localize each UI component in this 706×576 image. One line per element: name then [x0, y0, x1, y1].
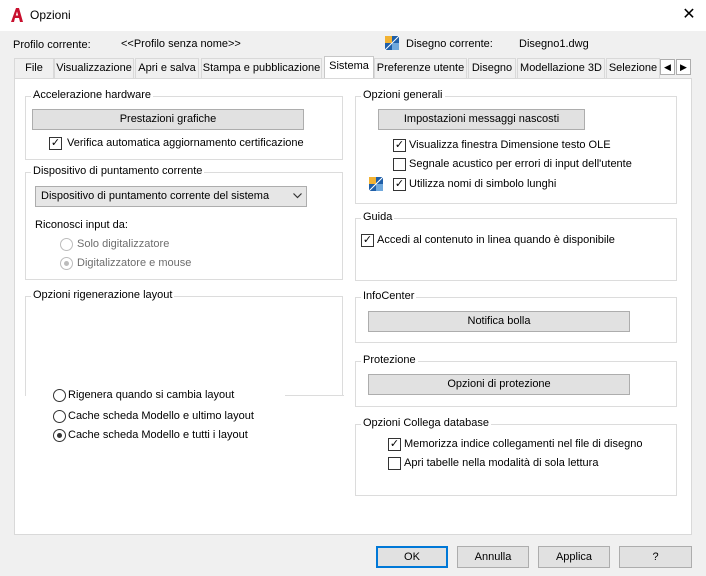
help-group-title: Guida — [361, 211, 395, 223]
window-title: Opzioni — [30, 8, 71, 22]
regen-on-switch-label: Rigenera quando si cambia layout — [68, 389, 235, 401]
auto-check-certification-checkbox[interactable]: ✓ — [49, 137, 62, 150]
ok-button[interactable]: OK — [376, 546, 448, 568]
apply-button[interactable]: Applica — [538, 546, 610, 568]
drawing-file-icon — [384, 35, 400, 51]
radio-selected-dot — [57, 433, 62, 438]
pointing-device-select[interactable]: Dispositivo di puntamento corrente del s… — [35, 186, 307, 207]
autocad-a-icon — [11, 8, 23, 22]
tab-sistema[interactable]: Sistema — [324, 56, 374, 78]
tab-file[interactable]: File — [14, 58, 54, 78]
title-bar: Opzioni ✕ — [0, 0, 706, 31]
help-group — [355, 218, 677, 281]
tab-scroll-left-icon[interactable]: ◀ — [660, 59, 675, 75]
drawing-value: Disegno1.dwg — [519, 38, 589, 50]
online-help-label: Accedi al contenuto in linea quando è di… — [377, 234, 615, 246]
beep-on-error-label: Segnale acustico per errori di input del… — [409, 158, 632, 170]
hardware-group-title: Accelerazione hardware — [31, 89, 154, 101]
help-button[interactable]: ? — [619, 546, 692, 568]
security-group-title: Protezione — [361, 354, 418, 366]
tab-label: Visualizzazione — [56, 62, 132, 74]
auto-check-certification-label: Verifica automatica aggiornamento certif… — [67, 137, 304, 149]
tab-label: Selezione — [608, 62, 658, 74]
tab-modellazione-3d[interactable]: Modellazione 3D — [517, 58, 605, 78]
drawing-file-icon — [368, 176, 384, 192]
tab-label: Stampa e pubblicazione — [202, 62, 321, 74]
digitizer-and-mouse-radio[interactable] — [60, 257, 73, 270]
pointing-device-select-value: Dispositivo di puntamento corrente del s… — [41, 190, 270, 202]
store-links-index-label: Memorizza indice collegamenti nel file d… — [404, 438, 643, 450]
beep-on-error-checkbox[interactable] — [393, 158, 406, 171]
layout-regen-group-border — [285, 395, 344, 396]
online-help-checkbox[interactable]: ✓ — [361, 234, 374, 247]
store-links-index-checkbox[interactable]: ✓ — [388, 438, 401, 451]
tab-label: Sistema — [329, 60, 369, 72]
cache-model-all-radio[interactable] — [53, 429, 66, 442]
security-options-button[interactable]: Opzioni di protezione — [368, 374, 630, 395]
read-only-tables-checkbox[interactable] — [388, 457, 401, 470]
tab-strip: File Visualizzazione Apri e salva Stampa… — [14, 56, 692, 78]
layout-regen-group-title: Opzioni rigenerazione layout — [31, 289, 175, 301]
radio-selected-dot — [64, 261, 69, 266]
cache-model-last-radio[interactable] — [53, 410, 66, 423]
general-options-group-title: Opzioni generali — [361, 89, 445, 101]
cache-model-last-label: Cache scheda Modello e ultimo layout — [68, 410, 254, 422]
digitizer-and-mouse-label: Digitalizzatore e mouse — [77, 257, 192, 269]
tab-selezione[interactable]: Selezione — [606, 58, 660, 78]
tab-preferenze-utente[interactable]: Preferenze utente — [374, 58, 467, 78]
tab-visualizzazione[interactable]: Visualizzazione — [54, 58, 134, 78]
tab-label: File — [25, 62, 43, 74]
tab-disegno[interactable]: Disegno — [468, 58, 516, 78]
read-only-tables-label: Apri tabelle nella modalità di sola lett… — [404, 457, 599, 469]
regen-on-switch-radio[interactable] — [53, 389, 66, 402]
drawing-label: Disegno corrente: — [406, 38, 493, 50]
hidden-messages-button[interactable]: Impostazioni messaggi nascosti — [378, 109, 585, 130]
profile-label: Profilo corrente: — [13, 39, 91, 51]
close-icon[interactable]: ✕ — [678, 5, 700, 25]
tab-label: Modellazione 3D — [520, 62, 602, 74]
long-symbol-names-label: Utilizza nomi di simbolo lunghi — [409, 178, 557, 190]
tab-label: Preferenze utente — [376, 62, 465, 74]
cancel-button[interactable]: Annulla — [457, 546, 529, 568]
balloon-notification-button[interactable]: Notifica bolla — [368, 311, 630, 332]
layout-regen-group — [25, 296, 343, 396]
tab-apri-salva[interactable]: Apri e salva — [135, 58, 199, 78]
ole-text-size-label: Visualizza finestra Dimensione testo OLE — [409, 139, 611, 151]
profile-value: <<Profilo senza nome>> — [121, 38, 241, 50]
graphics-performance-button[interactable]: Prestazioni grafiche — [32, 109, 304, 130]
digitizer-only-radio[interactable] — [60, 238, 73, 251]
accept-input-label: Riconosci input da: — [35, 219, 128, 231]
tab-label: Disegno — [471, 62, 513, 74]
tab-stampa-pubblicazione[interactable]: Stampa e pubblicazione — [201, 58, 322, 78]
pointing-device-group-title: Dispositivo di puntamento corrente — [31, 165, 205, 177]
tab-label: Apri e salva — [138, 62, 196, 74]
long-symbol-names-checkbox[interactable]: ✓ — [393, 178, 406, 191]
infocenter-group-title: InfoCenter — [361, 290, 417, 302]
ole-text-size-checkbox[interactable]: ✓ — [393, 139, 406, 152]
digitizer-only-label: Solo digitalizzatore — [77, 238, 170, 250]
cache-model-all-label: Cache scheda Modello e tutti i layout — [68, 429, 248, 441]
chevron-down-icon — [293, 193, 302, 199]
dblink-group-title: Opzioni Collega database — [361, 417, 491, 429]
tab-scroll-right-icon[interactable]: ▶ — [676, 59, 691, 75]
